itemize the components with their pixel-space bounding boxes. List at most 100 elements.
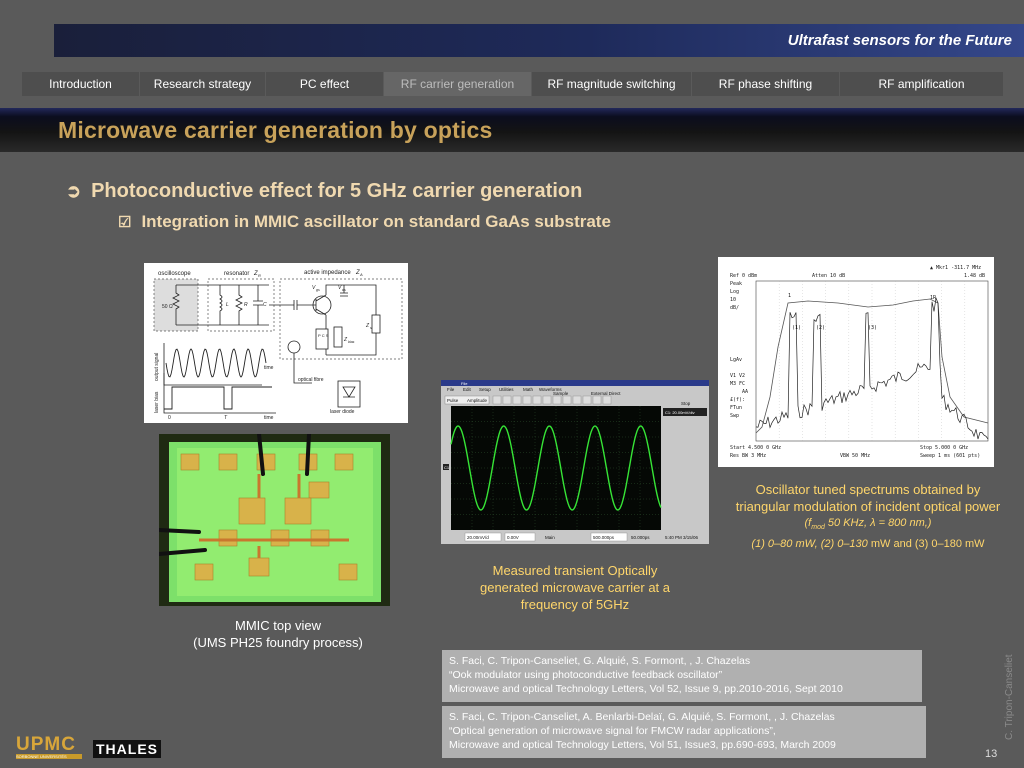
- reference-2: S. Faci, C. Tripon-Canseliet, A. Benlarb…: [442, 706, 926, 758]
- svg-text:Stop: Stop: [681, 401, 691, 406]
- page-number: 13: [985, 748, 998, 760]
- svg-text:C1: 20.00mV/div: C1: 20.00mV/div: [665, 410, 695, 415]
- svg-text:Peak: Peak: [730, 281, 742, 287]
- svg-text:Setup: Setup: [479, 387, 491, 392]
- svg-text:20.00mV/d: 20.00mV/d: [467, 535, 489, 540]
- svg-text:Sweep 1 ms (601 pts): Sweep 1 ms (601 pts): [920, 453, 980, 459]
- spectrum-plot: Ref 0 dBm Atten 10 dB ▲ Mkr1 -311.7 MHz …: [730, 265, 989, 459]
- laser-bias-trace: [164, 386, 272, 410]
- svg-text:Sample: Sample: [553, 391, 569, 396]
- checkbox-bullet-icon: ☑: [118, 214, 132, 231]
- svg-text:output signal: output signal: [154, 353, 160, 381]
- svg-text:Atten 10 dB: Atten 10 dB: [812, 273, 845, 279]
- svg-text:50.000ps: 50.000ps: [631, 535, 650, 540]
- svg-text:C: C: [263, 302, 267, 308]
- bullet-level2: ☑ Integration in MMIC ascillator on stand…: [118, 212, 611, 232]
- svg-text:£(f):: £(f):: [730, 397, 745, 403]
- label-oscilloscope: oscilloscope: [158, 271, 191, 277]
- label-50-ohm: 50 Ω: [162, 304, 173, 310]
- svg-text:Res BW 3 MHz: Res BW 3 MHz: [730, 453, 766, 459]
- arrow-bullet-icon: ➲: [66, 181, 82, 201]
- svg-text:▲ Mkr1 -311.7 MHz: ▲ Mkr1 -311.7 MHz: [930, 265, 981, 271]
- label-resonator: resonator: [224, 271, 249, 277]
- spectrum-analyzer-plot: Ref 0 dBm Atten 10 dB ▲ Mkr1 -311.7 MHz …: [718, 257, 994, 467]
- tab-rf-phase-shifting[interactable]: RF phase shifting: [692, 72, 840, 96]
- svg-text:time: time: [264, 365, 274, 371]
- svg-text:Pulse: Pulse: [447, 398, 459, 403]
- mmic-chip-photo: [157, 432, 390, 606]
- svg-text:Ref 0 dBm: Ref 0 dBm: [730, 273, 757, 279]
- tab-introduction[interactable]: Introduction: [22, 72, 140, 96]
- svg-text:File: File: [461, 381, 468, 386]
- tab-rf-magnitude-switching[interactable]: RF magnitude switching: [532, 72, 692, 96]
- svg-text:LgAv: LgAv: [730, 357, 742, 363]
- bullet-level1: ➲ Photoconductive effect for 5 GHz carrie…: [66, 180, 582, 203]
- bullet1-text: Photoconductive effect for 5 GHz carrier…: [91, 180, 583, 202]
- svg-text:Swp: Swp: [730, 413, 739, 419]
- curve-label-1: (1): [792, 325, 801, 331]
- caption-spectrum: Oscillator tuned spectrums obtained by t…: [735, 482, 1001, 551]
- svg-text:File: File: [447, 387, 455, 392]
- output-signal-trace: [165, 348, 267, 378]
- svg-text:5:40 PM 3/15/06: 5:40 PM 3/15/06: [665, 535, 699, 540]
- svg-text:External Direct: External Direct: [591, 391, 621, 396]
- svg-text:ds: ds: [342, 288, 346, 292]
- tab-pc-effect[interactable]: PC effect: [266, 72, 384, 96]
- slogan: Ultrafast sensors for the Future: [787, 32, 1012, 49]
- svg-text:1.48 dB: 1.48 dB: [964, 273, 985, 279]
- tab-rf-amplification[interactable]: RF amplification: [840, 72, 1004, 96]
- svg-text:0: 0: [168, 415, 171, 421]
- slide-title: Microwave carrier generation by optics: [58, 117, 493, 143]
- upmc-logo: UPMC SORBONNE UNIVERSITÉS: [16, 735, 82, 761]
- svg-text:Utilities: Utilities: [499, 387, 514, 392]
- label-optical-fibre: optical fibre: [298, 377, 324, 383]
- svg-text:s: s: [370, 326, 372, 330]
- label-active-impedance: active impedance: [304, 270, 351, 276]
- label-laser-diode: laser diode: [330, 409, 355, 415]
- svg-text:10: 10: [730, 297, 736, 303]
- section-nav: Introduction Research strategy PC effect…: [22, 72, 1004, 96]
- svg-text:P C S: P C S: [318, 333, 329, 338]
- svg-text:Math: Math: [523, 387, 534, 392]
- header-band: Ultrafast sensors for the Future: [54, 24, 1024, 57]
- svg-text:T: T: [224, 415, 228, 421]
- svg-text:1R: 1R: [930, 295, 937, 301]
- svg-text:AA: AA: [742, 389, 748, 395]
- tab-research-strategy[interactable]: Research strategy: [140, 72, 266, 96]
- svg-text:Start 4.500 0 GHz: Start 4.500 0 GHz: [730, 445, 781, 451]
- bullet2-text: Integration in MMIC ascillator on standa…: [141, 212, 611, 231]
- mmic-chip-image: [157, 432, 390, 606]
- svg-text:1: 1: [788, 293, 791, 299]
- reference-1: S. Faci, C. Tripon-Canseliet, G. Alquié,…: [442, 650, 922, 702]
- author-vertical: C. Tripon-Canseliet: [1004, 654, 1015, 740]
- svg-text:Stop 5.000 0 GHz: Stop 5.000 0 GHz: [920, 445, 968, 451]
- svg-text:0.00V: 0.00V: [507, 535, 519, 540]
- svg-text:Amplitude: Amplitude: [467, 398, 488, 403]
- thales-logo: THALES: [93, 740, 161, 758]
- svg-text:Main: Main: [545, 535, 555, 540]
- circuit-schematic: oscilloscope resonator Z R active impeda…: [144, 263, 408, 423]
- svg-text:R: R: [258, 273, 261, 278]
- svg-text:L: L: [226, 302, 229, 308]
- oscilloscope-screenshot: File File Edit Setup Utilities Math Wave…: [441, 380, 709, 544]
- svg-text:500.000ps: 500.000ps: [593, 535, 615, 540]
- svg-text:Log: Log: [730, 289, 739, 295]
- caption-scope: Measured transient Optically generated m…: [479, 563, 671, 612]
- curve-label-2: (2): [816, 325, 825, 331]
- caption-mmic: MMIC top view (UMS PH25 foundry process): [193, 618, 363, 650]
- curve-label-3: (3): [868, 325, 877, 331]
- svg-text:Edit: Edit: [463, 387, 472, 392]
- svg-text:laser bias: laser bias: [154, 391, 160, 413]
- svg-text:V1 V2: V1 V2: [730, 373, 745, 379]
- svg-text:bias: bias: [348, 340, 355, 344]
- svg-text:dB/: dB/: [730, 305, 739, 311]
- svg-text:FTun: FTun: [730, 405, 742, 411]
- title-band: Microwave carrier generation by optics: [0, 108, 1024, 152]
- svg-text:R: R: [244, 302, 248, 308]
- svg-text:A: A: [359, 272, 363, 277]
- oscilloscope-window: File File Edit Setup Utilities Math Wave…: [441, 380, 709, 542]
- svg-text:gs: gs: [316, 288, 320, 292]
- tab-rf-carrier-generation[interactable]: RF carrier generation: [384, 72, 532, 96]
- svg-text:C1: C1: [444, 465, 450, 470]
- svg-text:VBW 50 MHz: VBW 50 MHz: [840, 453, 870, 459]
